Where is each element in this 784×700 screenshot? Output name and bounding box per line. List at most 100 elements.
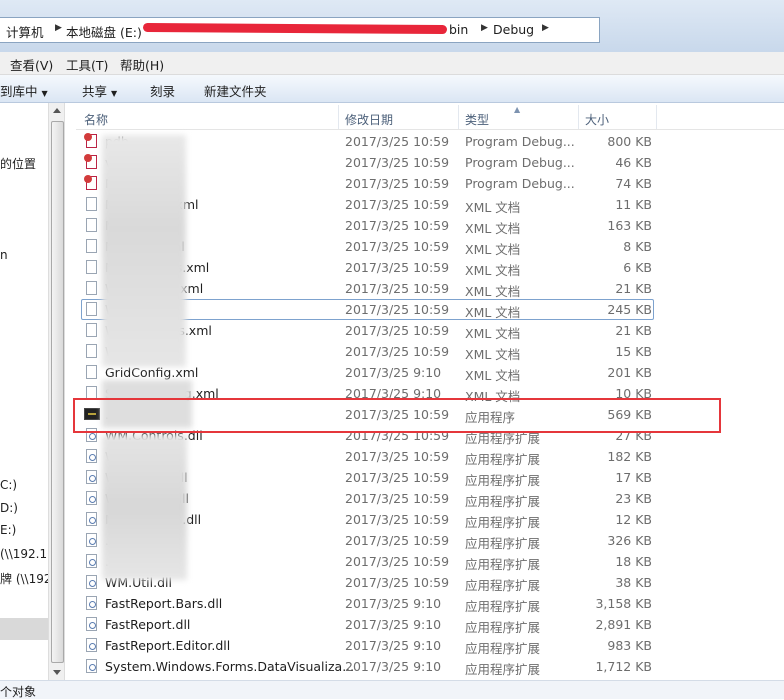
- file-size: 182 KB: [607, 449, 652, 464]
- file-type: 应用程序扩展: [465, 620, 541, 635]
- file-type: 应用程序扩展: [465, 536, 541, 551]
- xml-icon: [86, 323, 97, 337]
- xml-icon: [86, 239, 97, 253]
- dll-icon: [86, 638, 97, 652]
- nav-item-n[interactable]: n: [0, 248, 8, 262]
- menu-tools[interactable]: 工具(T): [66, 55, 108, 74]
- pane-splitter[interactable]: [65, 103, 72, 680]
- file-type: XML 文档: [465, 326, 521, 341]
- dll-icon: [86, 617, 97, 631]
- file-date: 2017/3/25 9:10: [345, 365, 442, 380]
- file-date: 2017/3/25 10:59: [345, 491, 450, 506]
- dll-icon: [86, 575, 97, 589]
- pdb-icon: [84, 133, 97, 148]
- chevron-down-icon: ▼: [41, 89, 48, 98]
- file-row[interactable]: FastReport.dll 2017/3/25 9:10 应用程序扩展 2,891 …: [76, 614, 784, 635]
- file-type: XML 文档: [465, 284, 521, 299]
- file-row[interactable]: FastReport.Bars.dll 2017/3/25 9:10 应用程序扩展 3…: [76, 593, 784, 614]
- include-in-library-button[interactable]: 到库中 ▼: [0, 81, 48, 100]
- file-date: 2017/3/25 9:10: [345, 659, 442, 674]
- breadcrumb-item-drive-e[interactable]: 本地磁盘 (E:): [66, 22, 142, 41]
- column-divider[interactable]: [578, 105, 579, 129]
- breadcrumb-item-computer[interactable]: 计算机: [6, 22, 44, 41]
- file-type: XML 文档: [465, 263, 521, 278]
- nav-item-drive-c[interactable]: C:): [0, 478, 17, 492]
- menu-view[interactable]: 查看(V): [10, 55, 53, 74]
- scroll-up-icon[interactable]: [53, 108, 61, 113]
- file-type: 应用程序扩展: [465, 578, 541, 593]
- status-text: 个对象: [0, 685, 37, 699]
- file-date: 2017/3/25 10:59: [345, 218, 450, 233]
- file-date: 2017/3/25 10:59: [345, 575, 450, 590]
- new-folder-button[interactable]: 新建文件夹: [204, 81, 267, 100]
- file-size: 12 KB: [615, 512, 652, 527]
- file-date: 2017/3/25 10:59: [345, 302, 450, 317]
- nav-item-recent-places[interactable]: 的位置: [0, 155, 36, 172]
- file-size: 3,158 KB: [595, 596, 652, 611]
- column-header-name[interactable]: 名称: [84, 111, 108, 128]
- file-type: 应用程序扩展: [465, 515, 541, 530]
- scrollbar-thumb[interactable]: [51, 121, 64, 663]
- sort-ascending-icon: ▲: [514, 105, 521, 114]
- file-date: 2017/3/25 10:59: [345, 155, 450, 170]
- column-divider[interactable]: [338, 105, 339, 129]
- file-size: 21 KB: [615, 281, 652, 296]
- file-size: 1,712 KB: [595, 659, 652, 674]
- nav-scrollbar[interactable]: [48, 103, 65, 680]
- xml-icon: [86, 365, 97, 379]
- share-label: 共享: [82, 84, 108, 99]
- burn-button[interactable]: 刻录: [150, 81, 175, 100]
- file-size: 15 KB: [615, 344, 652, 359]
- menu-help[interactable]: 帮助(H): [120, 55, 164, 74]
- file-size: 2,891 KB: [595, 617, 652, 632]
- scroll-down-icon[interactable]: [53, 670, 61, 675]
- nav-item-drive-e[interactable]: E:): [0, 523, 16, 537]
- menu-bar: 查看(V) 工具(T) 帮助(H): [0, 52, 784, 75]
- file-date: 2017/3/25 10:59: [345, 134, 450, 149]
- file-row[interactable]: System.Windows.Forms.DataVisualiza... 201…: [76, 656, 784, 677]
- column-divider[interactable]: [656, 105, 657, 129]
- file-type: XML 文档: [465, 200, 521, 215]
- xml-icon: [86, 218, 97, 232]
- dll-icon: [86, 533, 97, 547]
- file-row[interactable]: FastReport.Editor.dll 2017/3/25 9:10 应用程序扩…: [76, 635, 784, 656]
- column-header-type[interactable]: 类型: [465, 111, 489, 128]
- file-size: 21 KB: [615, 323, 652, 338]
- pdb-icon: [84, 175, 97, 190]
- file-type: Program Debug...: [465, 134, 575, 149]
- share-button[interactable]: 共享 ▼: [82, 81, 117, 100]
- file-type: XML 文档: [465, 242, 521, 257]
- file-size: 18 KB: [615, 554, 652, 569]
- chevron-right-icon[interactable]: ▶: [481, 23, 488, 33]
- xml-icon: [86, 302, 97, 316]
- dll-icon: [86, 659, 97, 673]
- breadcrumb-item-bin[interactable]: bin: [449, 22, 468, 37]
- file-type: 应用程序扩展: [465, 557, 541, 572]
- dll-icon: [86, 554, 97, 568]
- chevron-right-icon[interactable]: ▶: [55, 23, 62, 33]
- file-date: 2017/3/25 10:59: [345, 323, 450, 338]
- breadcrumb-item-debug[interactable]: Debug: [493, 22, 534, 37]
- redaction-blur: [102, 135, 186, 367]
- column-divider[interactable]: [458, 105, 459, 129]
- include-in-library-label: 到库中: [0, 84, 38, 99]
- nav-item-network-share-1[interactable]: (\\192.16: [0, 547, 55, 561]
- file-size: 46 KB: [615, 155, 652, 170]
- annotation-highlight-box: [73, 398, 721, 433]
- file-type: 应用程序扩展: [465, 599, 541, 614]
- command-bar: 到库中 ▼ 共享 ▼ 刻录 新建文件夹: [0, 75, 784, 103]
- file-size: 163 KB: [607, 218, 652, 233]
- file-size: 11 KB: [615, 197, 652, 212]
- file-size: 38 KB: [615, 575, 652, 590]
- xml-icon: [86, 344, 97, 358]
- column-header-date[interactable]: 修改日期: [345, 111, 393, 128]
- column-header-size[interactable]: 大小: [585, 111, 609, 128]
- file-size: 245 KB: [607, 302, 652, 317]
- nav-item-drive-d[interactable]: D:): [0, 501, 18, 515]
- file-size: 800 KB: [607, 134, 652, 149]
- dll-icon: [86, 512, 97, 526]
- chevron-right-icon[interactable]: ▶: [542, 23, 549, 33]
- file-date: 2017/3/25 10:59: [345, 239, 450, 254]
- dll-icon: [86, 449, 97, 463]
- nav-item-network-share-2[interactable]: 牌 (\\192: [0, 570, 52, 587]
